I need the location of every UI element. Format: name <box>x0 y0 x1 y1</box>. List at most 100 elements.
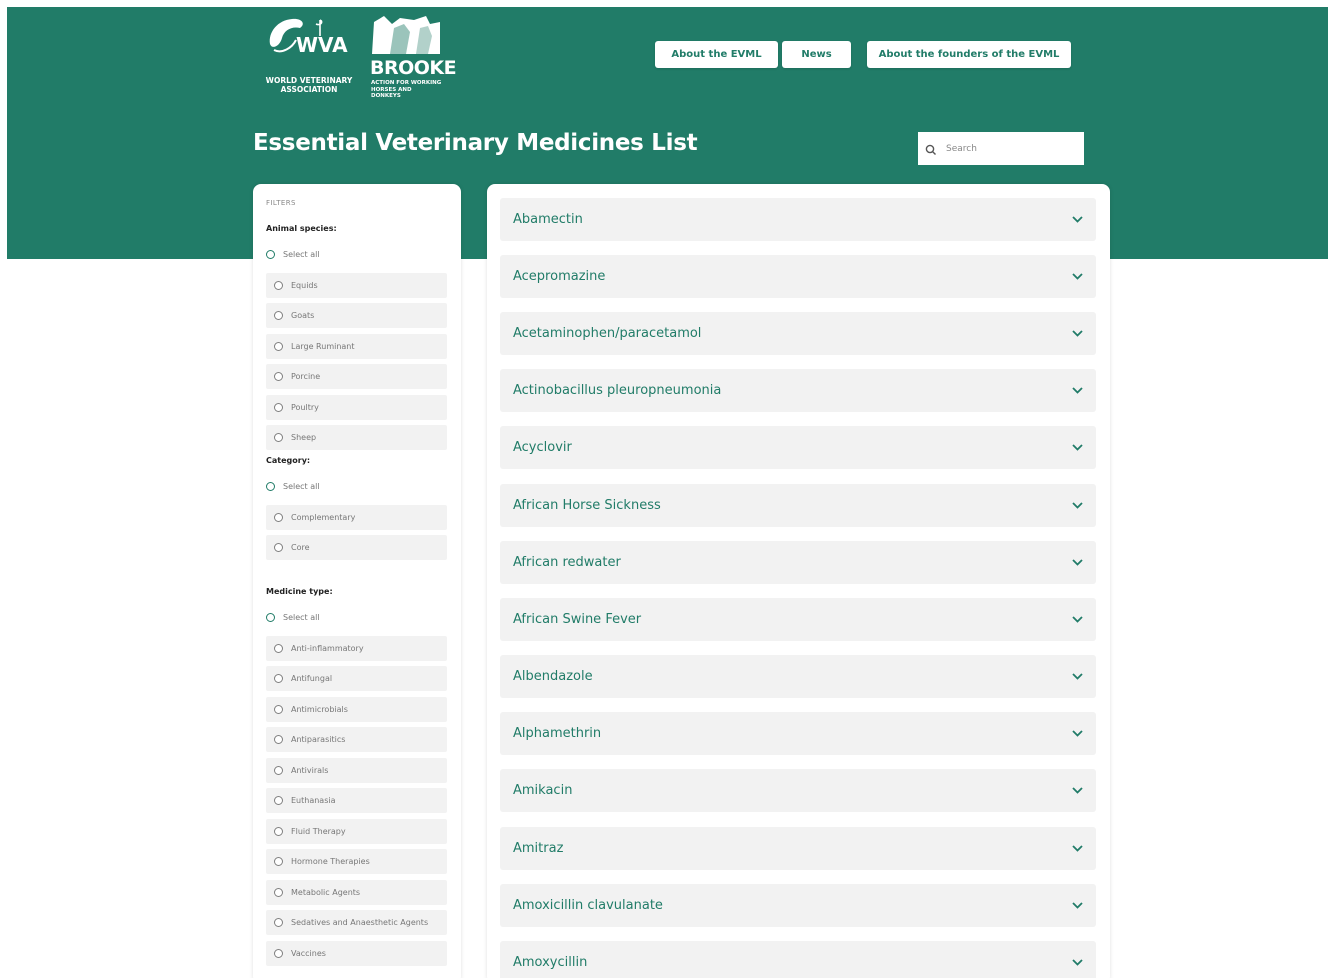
medicine-item-amikacin[interactable]: Amikacin <box>500 769 1096 812</box>
filter-option-goats[interactable]: Goats <box>266 303 447 328</box>
medicine-name: Amitraz <box>513 841 564 856</box>
chevron-down-icon <box>1072 616 1083 623</box>
medicine-item-abamectin[interactable]: Abamectin <box>500 198 1096 241</box>
radio-icon[interactable] <box>274 342 283 351</box>
chevron-down-icon <box>1072 845 1083 852</box>
animal-species-title: Animal species: <box>266 224 337 233</box>
medicine-type-select-all[interactable]: Select all <box>266 613 320 622</box>
radio-icon[interactable] <box>274 735 283 744</box>
medicine-item-amoxicillin-clavulanate[interactable]: Amoxicillin clavulanate <box>500 884 1096 927</box>
medicine-item-african-horse-sickness[interactable]: African Horse Sickness <box>500 484 1096 527</box>
select-all-label: Select all <box>283 482 320 491</box>
medicine-item-acetaminophen[interactable]: Acetaminophen/paracetamol <box>500 312 1096 355</box>
brooke-tagline: ACTION FOR WORKING HORSES AND DONKEYS <box>371 80 442 99</box>
radio-icon[interactable] <box>274 543 283 552</box>
filter-option-sedatives[interactable]: Sedatives and Anaesthetic Agents <box>266 910 447 935</box>
medicine-name: Acetaminophen/paracetamol <box>513 326 702 341</box>
medicine-type-title: Medicine type: <box>266 587 333 596</box>
brooke-wordmark: BROOKE <box>370 57 457 79</box>
category-title: Category: <box>266 456 311 465</box>
medicine-item-african-swine-fever[interactable]: African Swine Fever <box>500 598 1096 641</box>
search-box[interactable] <box>918 132 1084 165</box>
option-label: Sedatives and Anaesthetic Agents <box>291 918 429 927</box>
filter-option-hormone-therapies[interactable]: Hormone Therapies <box>266 849 447 874</box>
radio-icon[interactable] <box>274 857 283 866</box>
radio-icon[interactable] <box>274 796 283 805</box>
filter-option-large-ruminant[interactable]: Large Ruminant <box>266 334 447 359</box>
filter-option-antimicrobials[interactable]: Antimicrobials <box>266 697 447 722</box>
chevron-down-icon <box>1072 273 1083 280</box>
chevron-down-icon <box>1072 787 1083 794</box>
radio-icon[interactable] <box>274 766 283 775</box>
filter-option-antiparasitics[interactable]: Antiparasitics <box>266 727 447 752</box>
radio-icon[interactable] <box>266 482 275 491</box>
option-label: Porcine <box>291 372 321 381</box>
medicine-item-african-redwater[interactable]: African redwater <box>500 541 1096 584</box>
filter-option-fluid-therapy[interactable]: Fluid Therapy <box>266 819 447 844</box>
medicine-item-amitraz[interactable]: Amitraz <box>500 827 1096 870</box>
about-evml-button[interactable]: About the EVML <box>655 41 778 68</box>
filter-option-vaccines[interactable]: Vaccines <box>266 941 447 966</box>
radio-icon[interactable] <box>266 250 275 259</box>
option-label: Large Ruminant <box>291 342 355 351</box>
filter-option-poultry[interactable]: Poultry <box>266 395 447 420</box>
medicine-name: Alphamethrin <box>513 726 602 741</box>
filters-heading: FILTERS <box>266 199 296 207</box>
medicine-item-alphamethrin[interactable]: Alphamethrin <box>500 712 1096 755</box>
filter-option-metabolic-agents[interactable]: Metabolic Agents <box>266 880 447 905</box>
svg-text:WVA: WVA <box>296 33 348 57</box>
radio-icon[interactable] <box>274 403 283 412</box>
option-label: Anti-inflammatory <box>291 644 364 653</box>
medicine-item-albendazole[interactable]: Albendazole <box>500 655 1096 698</box>
medicine-item-amoxycillin[interactable]: Amoxycillin <box>500 941 1096 978</box>
wva-logo-text: WORLD VETERINARY ASSOCIATION <box>265 76 353 94</box>
radio-icon[interactable] <box>274 372 283 381</box>
chevron-down-icon <box>1072 959 1083 966</box>
radio-icon[interactable] <box>274 644 283 653</box>
medicine-item-actinobacillus[interactable]: Actinobacillus pleuropneumonia <box>500 369 1096 412</box>
option-label: Poultry <box>291 403 319 412</box>
filter-option-antifungal[interactable]: Antifungal <box>266 666 447 691</box>
medicine-name: African redwater <box>513 555 621 570</box>
option-label: Antifungal <box>291 674 333 683</box>
chevron-down-icon <box>1072 502 1083 509</box>
radio-icon[interactable] <box>274 918 283 927</box>
chevron-down-icon <box>1072 216 1083 223</box>
category-select-all[interactable]: Select all <box>266 482 320 491</box>
medicine-item-acyclovir[interactable]: Acyclovir <box>500 426 1096 469</box>
filter-option-sheep[interactable]: Sheep <box>266 425 447 450</box>
medicine-name: African Swine Fever <box>513 612 642 627</box>
radio-icon[interactable] <box>274 311 283 320</box>
select-all-label: Select all <box>283 613 320 622</box>
chevron-down-icon <box>1072 387 1083 394</box>
option-label: Equids <box>291 281 318 290</box>
filter-option-antivirals[interactable]: Antivirals <box>266 758 447 783</box>
option-label: Antiparasitics <box>291 735 346 744</box>
animal-species-select-all[interactable]: Select all <box>266 250 320 259</box>
radio-icon[interactable] <box>266 613 275 622</box>
option-label: Core <box>291 543 310 552</box>
medicine-name: Albendazole <box>513 669 593 684</box>
radio-icon[interactable] <box>274 674 283 683</box>
radio-icon[interactable] <box>274 949 283 958</box>
filter-option-complementary[interactable]: Complementary <box>266 505 447 530</box>
option-label: Metabolic Agents <box>291 888 361 897</box>
select-all-label: Select all <box>283 250 320 259</box>
radio-icon[interactable] <box>274 281 283 290</box>
filter-option-equids[interactable]: Equids <box>266 273 447 298</box>
news-button[interactable]: News <box>782 41 851 68</box>
medicine-name: Abamectin <box>513 212 583 227</box>
filter-option-core[interactable]: Core <box>266 535 447 560</box>
radio-icon[interactable] <box>274 433 283 442</box>
search-input[interactable] <box>946 143 1076 154</box>
filter-option-anti-inflammatory[interactable]: Anti-inflammatory <box>266 636 447 661</box>
medicine-name: Amikacin <box>513 783 573 798</box>
filter-option-euthanasia[interactable]: Euthanasia <box>266 788 447 813</box>
filter-option-porcine[interactable]: Porcine <box>266 364 447 389</box>
radio-icon[interactable] <box>274 827 283 836</box>
medicine-item-acepromazine[interactable]: Acepromazine <box>500 255 1096 298</box>
radio-icon[interactable] <box>274 513 283 522</box>
about-founders-button[interactable]: About the founders of the EVML <box>867 41 1071 68</box>
radio-icon[interactable] <box>274 888 283 897</box>
radio-icon[interactable] <box>274 705 283 714</box>
